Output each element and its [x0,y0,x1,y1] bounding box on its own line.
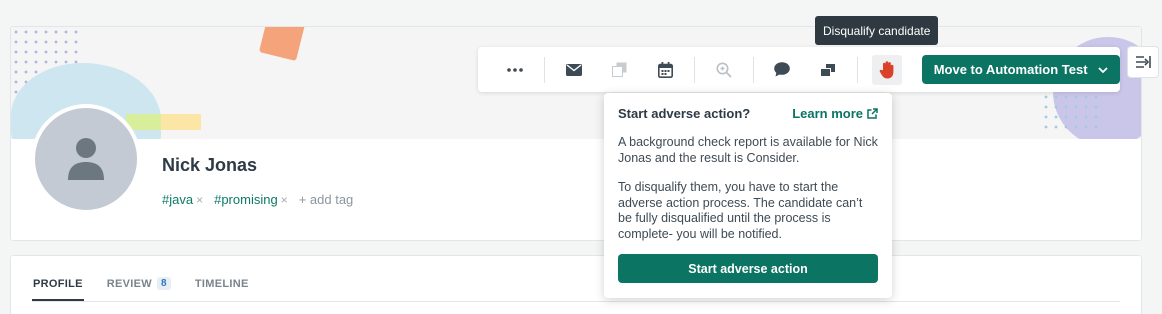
adverse-action-popover: Start adverse action? Learn more A backg… [604,93,892,298]
add-tag-button[interactable]: + add tag [299,192,354,207]
email-icon [565,63,582,76]
tab-label: TIMELINE [194,278,249,290]
move-to-stage-label: Move to Automation Test [933,62,1088,77]
decor-dots [1041,92,1101,132]
tab-label: PROFILE [33,278,83,290]
decor-stripe [126,114,166,130]
chevron-down-icon [1098,66,1108,73]
remove-tag-icon[interactable]: × [196,193,203,207]
avatar [31,104,141,214]
popover-header: Start adverse action? Learn more [618,106,878,121]
toolbar-divider [693,56,695,83]
disqualify-hand-icon [879,60,894,78]
action-toolbar: Move to Automation Test [478,47,1121,92]
user-icon [68,138,104,180]
review-count-badge: 8 [156,277,171,290]
search-button[interactable] [709,55,739,85]
popover-body-report: A background check report is available f… [618,135,878,165]
tag-list: #java × #promising × + add tag [162,192,353,207]
move-stage-button[interactable] [813,55,843,85]
tag-promising[interactable]: #promising [214,192,278,207]
more-icon [507,67,523,72]
copy-button[interactable] [604,55,634,85]
tab-profile[interactable]: PROFILE [32,278,84,301]
collapse-right-icon [1136,56,1151,68]
more-actions-button[interactable] [500,55,530,85]
learn-more-label: Learn more [792,106,863,121]
start-adverse-action-button[interactable]: Start adverse action [618,254,878,283]
tab-label: REVIEW [106,277,152,290]
copy-icon [611,62,627,77]
external-link-icon [867,108,878,119]
disqualify-button[interactable] [871,54,902,85]
remove-tag-icon[interactable]: × [281,193,288,207]
collapse-panel-button[interactable] [1127,46,1159,78]
decor-orange-square [258,27,306,62]
detail-card: PROFILE REVIEW 8 TIMELINE [10,255,1142,314]
search-icon [716,62,732,78]
tab-timeline[interactable]: TIMELINE [194,278,250,301]
popover-title: Start adverse action? [618,106,751,121]
tab-bar: PROFILE REVIEW 8 TIMELINE [32,256,1120,302]
move-to-stage-button[interactable]: Move to Automation Test [921,55,1121,84]
email-button[interactable] [559,55,589,85]
schedule-button[interactable] [650,55,680,85]
learn-more-link[interactable]: Learn more [792,106,878,121]
toolbar-divider [856,56,858,83]
move-icon [821,63,836,76]
candidate-name: Nick Jonas [162,155,258,175]
popover-body-process: To disqualify them, you have to start th… [618,180,863,241]
comment-icon [774,62,791,77]
tab-review[interactable]: REVIEW 8 [106,277,172,301]
calendar-icon [657,61,673,78]
disqualify-tooltip: Disqualify candidate [815,16,939,45]
toolbar-divider [543,56,545,83]
toolbar-divider [752,56,754,83]
comment-button[interactable] [768,55,798,85]
tag-java[interactable]: #java [162,192,193,207]
decor-stripe [161,114,201,130]
